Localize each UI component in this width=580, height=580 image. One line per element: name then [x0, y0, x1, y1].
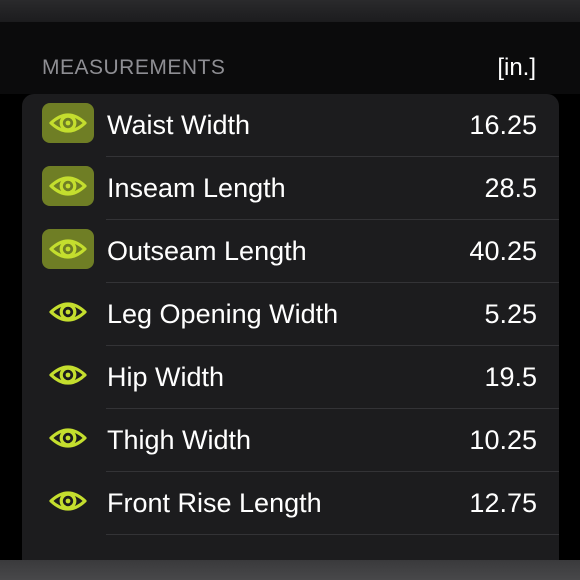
measurement-row-hip-width[interactable]: Hip Width 19.5 — [22, 346, 559, 409]
measurement-value: 40.25 — [469, 236, 537, 266]
measurement-label: Waist Width — [107, 110, 251, 140]
section-header: MEASUREMENTS [in.] — [0, 22, 580, 94]
measurement-label: Outseam Length — [107, 236, 307, 266]
measurement-label: Inseam Length — [107, 173, 286, 203]
row-divider — [106, 534, 559, 535]
measurements-card: Waist Width 16.25 Inseam Length 28.5 Out… — [22, 94, 559, 574]
eye-icon — [49, 176, 87, 196]
eye-icon — [49, 428, 87, 448]
measurement-row-outseam-length[interactable]: Outseam Length 40.25 — [22, 220, 559, 283]
section-title: MEASUREMENTS — [42, 56, 226, 79]
visibility-toggle[interactable] — [42, 292, 94, 332]
visibility-toggle[interactable] — [42, 418, 94, 458]
measurement-label: Thigh Width — [107, 425, 252, 455]
visibility-toggle[interactable] — [42, 481, 94, 521]
bottom-edge — [0, 560, 580, 580]
measurement-value: 5.25 — [484, 299, 537, 329]
visibility-toggle[interactable] — [42, 103, 94, 143]
eye-icon — [49, 365, 87, 385]
measurement-value: 19.5 — [484, 362, 537, 392]
measurement-value: 16.25 — [469, 110, 537, 140]
measurement-label: Leg Opening Width — [107, 299, 339, 329]
visibility-toggle[interactable] — [42, 166, 94, 206]
measurement-value: 12.75 — [469, 488, 537, 518]
measurement-label: Hip Width — [107, 362, 225, 392]
unit-label: [in.] — [497, 54, 536, 81]
measurement-row-inseam-length[interactable]: Inseam Length 28.5 — [22, 157, 559, 220]
measurement-row-front-rise-length[interactable]: Front Rise Length 12.75 — [22, 472, 559, 535]
measurement-row-waist-width[interactable]: Waist Width 16.25 — [22, 94, 559, 157]
eye-icon — [49, 113, 87, 133]
eye-icon — [49, 302, 87, 322]
visibility-toggle[interactable] — [42, 355, 94, 395]
measurement-row-leg-opening-width[interactable]: Leg Opening Width 5.25 — [22, 283, 559, 346]
measurement-label: Front Rise Length — [107, 488, 322, 518]
measurement-value: 10.25 — [469, 425, 537, 455]
measurement-value: 28.5 — [484, 173, 537, 203]
eye-icon — [49, 239, 87, 259]
visibility-toggle[interactable] — [42, 229, 94, 269]
measurement-row-thigh-width[interactable]: Thigh Width 10.25 — [22, 409, 559, 472]
eye-icon — [49, 491, 87, 511]
top-edge — [0, 0, 580, 22]
